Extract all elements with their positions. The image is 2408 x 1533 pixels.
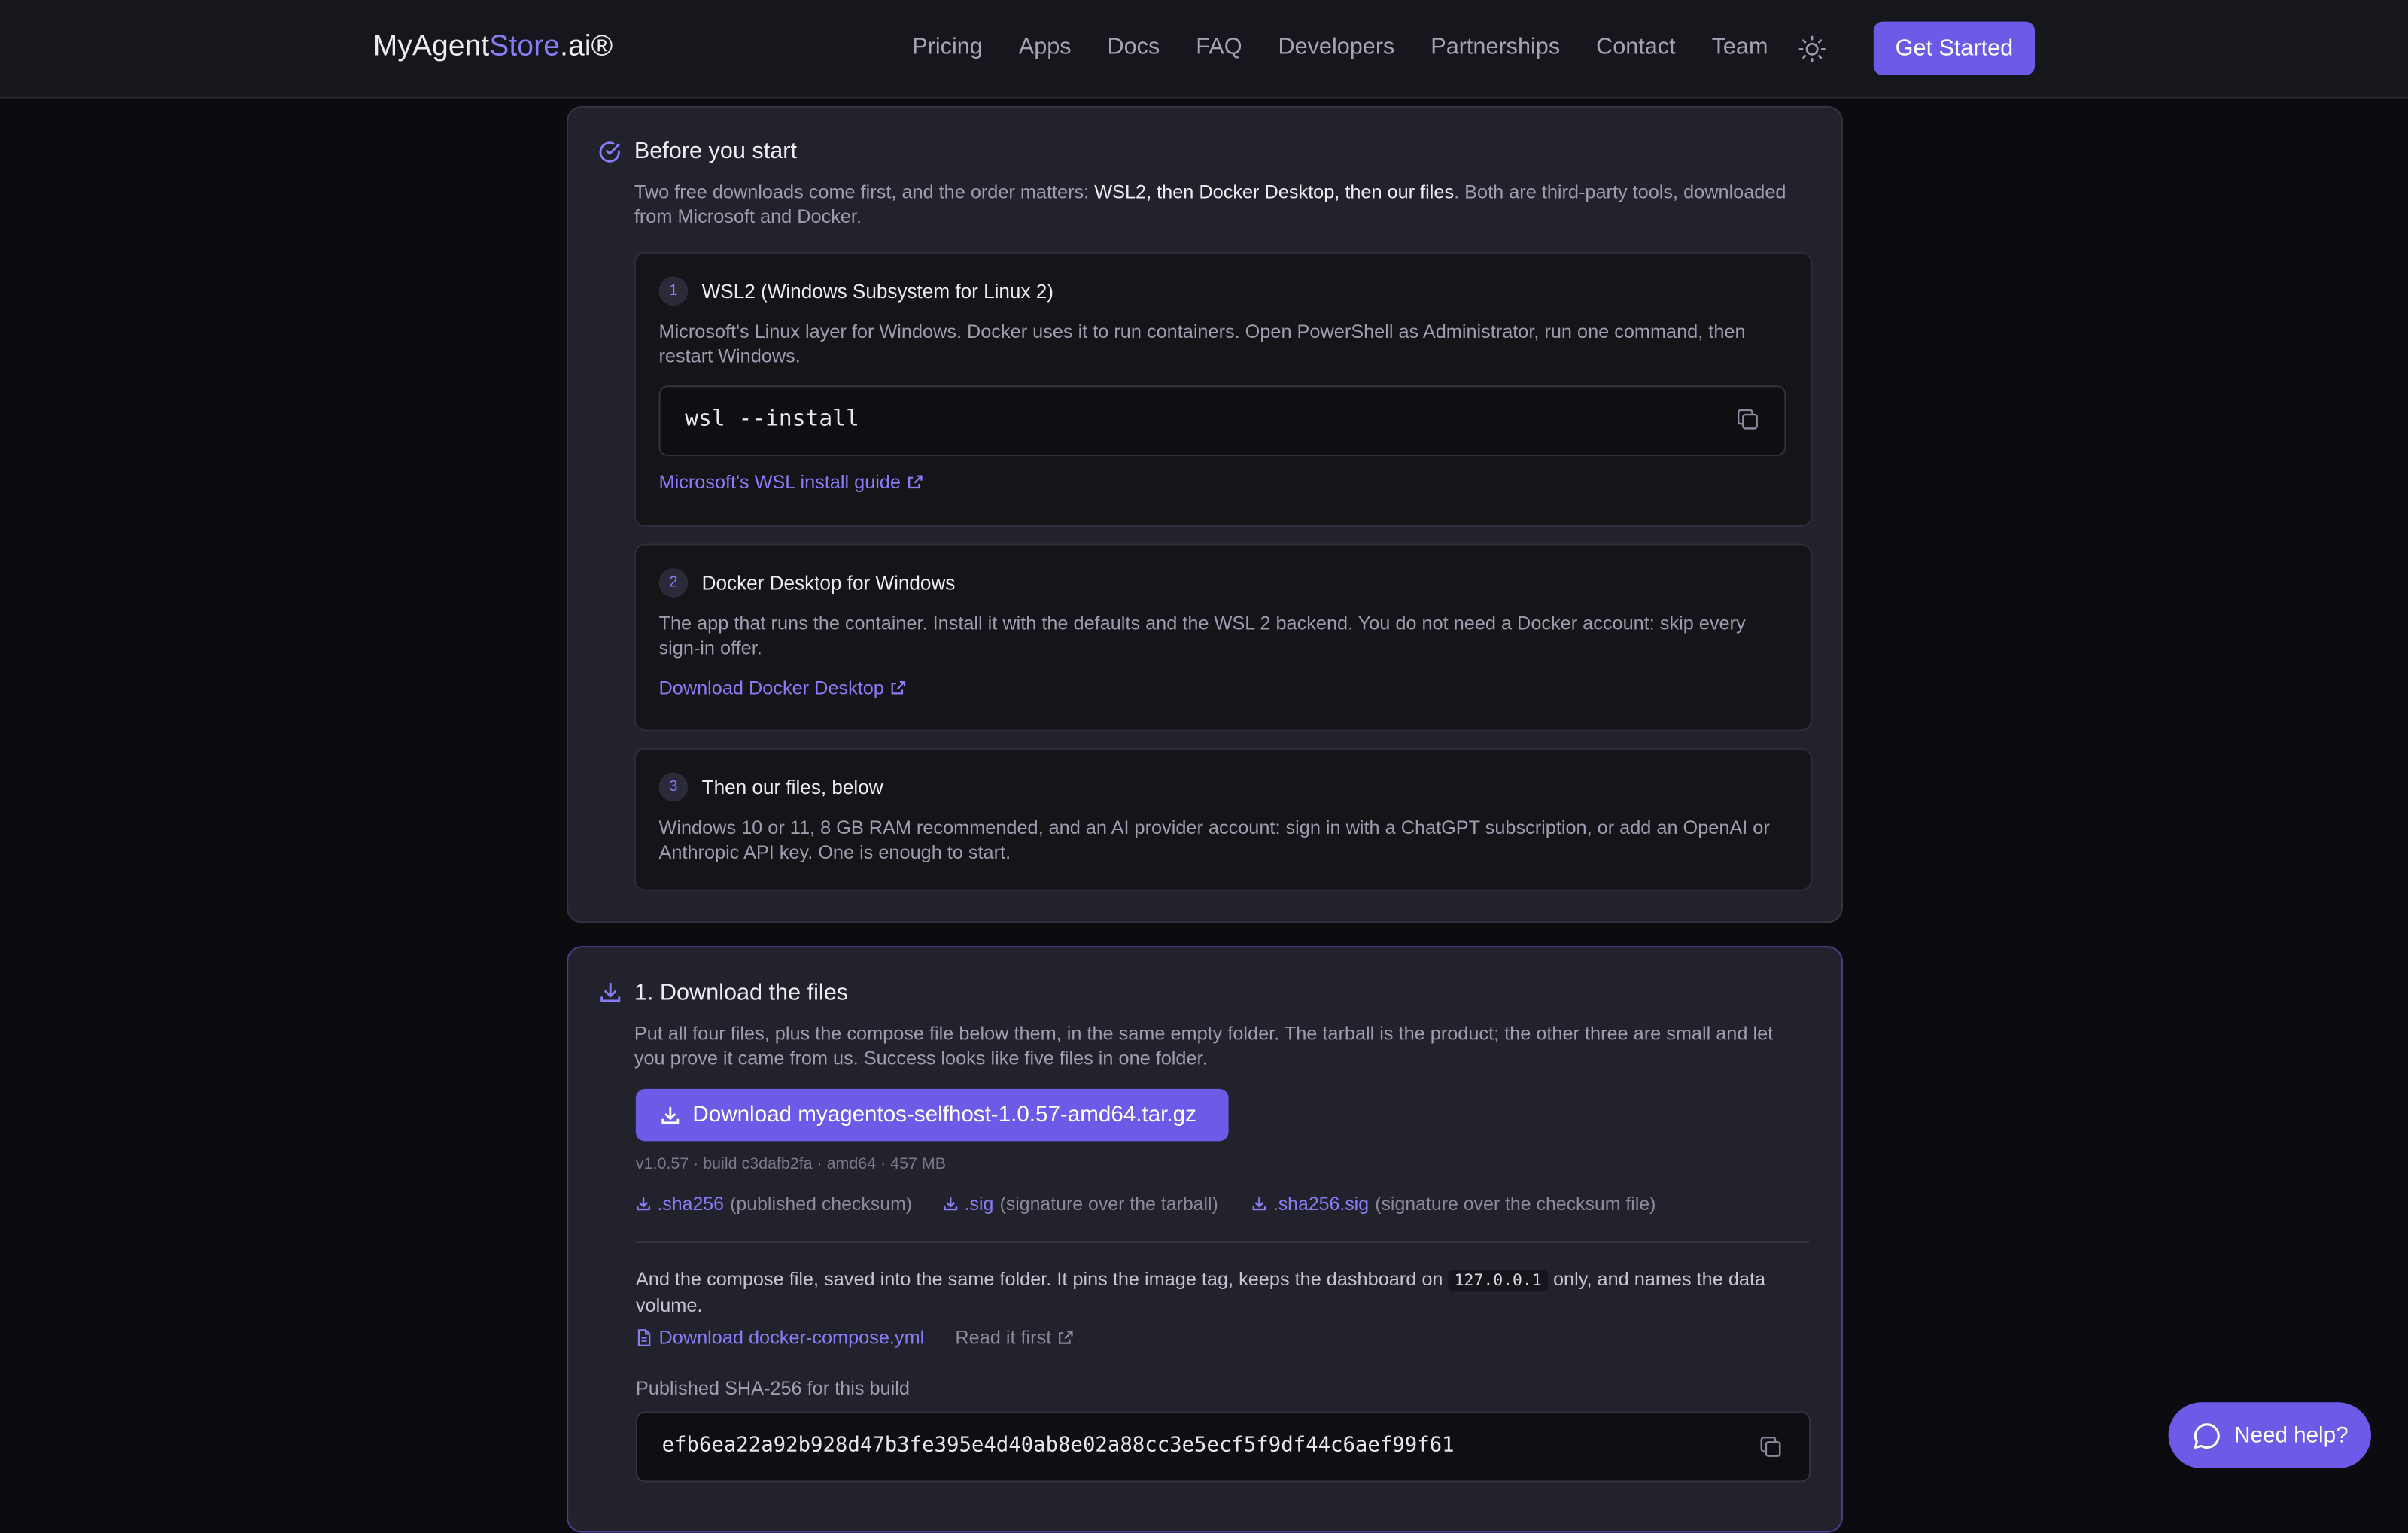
nav-link-apps[interactable]: Apps: [1019, 34, 1072, 60]
need-help-button[interactable]: Need help?: [2168, 1402, 2371, 1469]
logo-suffix-text: .ai®: [560, 30, 613, 63]
nav-link-contact[interactable]: Contact: [1596, 34, 1676, 60]
nav-link-pricing[interactable]: Pricing: [912, 34, 983, 60]
copy-command-button[interactable]: [1735, 407, 1760, 432]
wsl-install-guide-link[interactable]: Microsoft's WSL install guide: [658, 471, 923, 494]
build-meta-text: v1.0.57 · build c3dafb2fa · amd64 · 457 …: [635, 1154, 947, 1174]
file-icon: [637, 1329, 651, 1346]
before-intro-part-b: . Both are third-party tools, downloaded: [1454, 181, 1786, 203]
logo-accent-text: Store: [489, 30, 561, 63]
step-description: Microsoft's Linux layer for Windows. Doc…: [659, 319, 1795, 368]
nav-link-faq[interactable]: FAQ: [1196, 34, 1242, 60]
external-link-icon: [890, 680, 905, 695]
sha256-sig-download-link[interactable]: .sha256.sig (signature over the checksum…: [1251, 1194, 1655, 1215]
copy-icon: [1760, 1436, 1781, 1457]
download-description-line-1: Put all four files, plus the compose fil…: [634, 1023, 1774, 1045]
download-icon: [944, 1197, 958, 1211]
sha256-link-label: .sha256: [657, 1193, 724, 1215]
sun-icon: [1798, 35, 1826, 62]
before-intro-part-c: from Microsoft and Docker.: [634, 205, 862, 228]
external-link-icon: [908, 475, 922, 489]
step-title: WSL2 (Windows Subsystem for Linux 2): [701, 279, 1054, 303]
before-you-start-title: Before you start: [634, 138, 797, 165]
compose-file-description: And the compose file, saved into the sam…: [636, 1267, 1818, 1318]
compose-description-part-c: volume.: [635, 1294, 703, 1316]
step-description: The app that runs the container. Install…: [659, 611, 1795, 660]
sig-link-label: .sig: [964, 1193, 994, 1215]
sig-download-link[interactable]: .sig (signature over the tarball): [943, 1194, 1218, 1215]
wsl-install-guide-label: Microsoft's WSL install guide: [658, 471, 901, 494]
read-it-first-label: Read it first: [955, 1327, 1052, 1349]
step-title: Then our files, below: [701, 775, 883, 799]
theme-toggle-button[interactable]: [1797, 34, 1828, 65]
download-docker-desktop-label: Download Docker Desktop: [658, 677, 884, 699]
wsl-command-block: wsl --install: [658, 385, 1786, 457]
before-intro-emphasis: WSL2, then Docker Desktop, then our file…: [1094, 181, 1455, 203]
step-description-line-1: Windows 10 or 11, 8 GB RAM recommended, …: [658, 817, 1770, 839]
compose-inline-code: 127.0.0.1: [1448, 1270, 1548, 1292]
step-description-line-1: The app that runs the container. Install…: [658, 613, 1746, 634]
copy-icon: [1737, 409, 1758, 430]
sha-label: Published SHA-256 for this build: [635, 1377, 910, 1400]
download-files-description: Put all four files, plus the compose fil…: [634, 1021, 1817, 1070]
site-logo[interactable]: MyAgentStore.ai®: [373, 31, 613, 65]
download-docker-desktop-link[interactable]: Download Docker Desktop: [659, 677, 906, 699]
download-icon: [661, 1106, 680, 1124]
main-nav: Pricing Apps Docs FAQ Developers Partner…: [912, 34, 1804, 60]
logo-text: MyAgent: [372, 30, 490, 63]
download-compose-label: Download docker-compose.yml: [658, 1327, 925, 1349]
sha256-download-link[interactable]: .sha256 (published checksum): [636, 1194, 912, 1215]
section-divider: [635, 1240, 1810, 1243]
download-icon: [637, 1197, 651, 1211]
download-icon: [600, 982, 621, 1002]
before-intro-text: Two free downloads come first, and the o…: [634, 180, 1817, 229]
download-compose-link[interactable]: Download docker-compose.yml: [636, 1327, 924, 1349]
before-intro-part-a: Two free downloads come first, and the o…: [634, 181, 1095, 203]
step-number-badge: 2: [658, 568, 689, 598]
step-description-line-1: Microsoft's Linux layer for Windows. Doc…: [658, 321, 1746, 343]
nav-link-partnerships[interactable]: Partnerships: [1431, 34, 1560, 60]
step-description-line-2: sign-in offer.: [658, 637, 762, 659]
nav-link-docs[interactable]: Docs: [1108, 34, 1160, 60]
need-help-label: Need help?: [2234, 1422, 2349, 1448]
step-description: Windows 10 or 11, 8 GB RAM recommended, …: [659, 816, 1795, 865]
step-number-badge: 1: [658, 276, 689, 306]
check-circle-icon: [599, 141, 620, 163]
sha256-sig-link-description: (signature over the checksum file): [1375, 1193, 1656, 1215]
top-navbar: MyAgentStore.ai® Pricing Apps Docs FAQ D…: [0, 0, 2408, 99]
compose-description-part-a: And the compose file, saved into the sam…: [635, 1268, 1449, 1291]
nav-link-developers[interactable]: Developers: [1278, 34, 1394, 60]
chat-bubble-icon: [2194, 1422, 2220, 1448]
download-tarball-label: Download myagentos-selfhost-1.0.57-amd64…: [692, 1103, 1196, 1127]
compose-description-part-b: only, and names the data: [1547, 1268, 1766, 1291]
step-title: Docker Desktop for Windows: [701, 571, 956, 595]
sha-value-text: efb6ea22a92b928d47b3fe395e4d40ab8e02a88c…: [661, 1434, 1455, 1458]
sig-link-description: (signature over the tarball): [999, 1193, 1218, 1215]
download-tarball-button[interactable]: Download myagentos-selfhost-1.0.57-amd64…: [635, 1088, 1229, 1142]
external-link-icon: [1058, 1331, 1072, 1344]
copy-sha-button[interactable]: [1759, 1434, 1783, 1459]
get-started-button[interactable]: Get Started: [1873, 21, 2036, 75]
download-icon: [1252, 1197, 1266, 1211]
step-number-badge: 3: [658, 772, 689, 802]
nav-link-team[interactable]: Team: [1712, 34, 1768, 60]
read-it-first-link[interactable]: Read it first: [955, 1327, 1072, 1349]
sha-value-block: efb6ea22a92b928d47b3fe395e4d40ab8e02a88c…: [635, 1411, 1811, 1483]
download-description-line-2: you prove it came from us. Success looks…: [634, 1047, 1208, 1069]
sha256-link-description: (published checksum): [730, 1193, 913, 1215]
wsl-command-text: wsl --install: [685, 406, 859, 432]
step-description-line-2: restart Windows.: [658, 345, 801, 367]
sha256-sig-link-label: .sha256.sig: [1272, 1193, 1370, 1215]
step-description-line-2: Anthropic API key. One is enough to star…: [658, 841, 1011, 863]
download-files-title: 1. Download the files: [634, 980, 849, 1006]
